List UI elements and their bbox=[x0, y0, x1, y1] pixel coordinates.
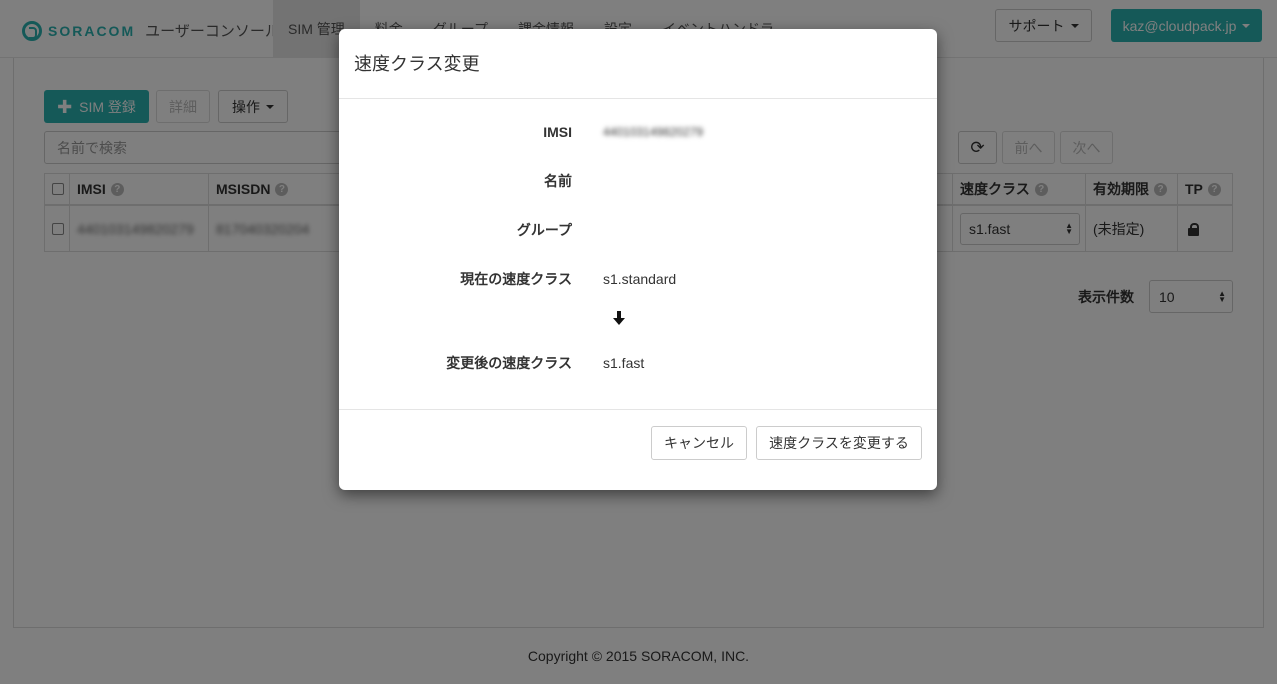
current-speed-label: 現在の速度クラス bbox=[460, 271, 572, 287]
new-speed-label: 変更後の速度クラス bbox=[446, 355, 572, 371]
modal-title: 速度クラス変更 bbox=[354, 54, 480, 74]
imsi-row: IMSI 440103149820279 bbox=[339, 122, 937, 142]
imsi-label: IMSI bbox=[543, 124, 572, 140]
modal-header: 速度クラス変更 bbox=[339, 29, 937, 99]
arrow-down-icon bbox=[613, 311, 625, 325]
current-speed-value: s1.standard bbox=[603, 271, 677, 287]
new-speed-row: 変更後の速度クラス s1.fast bbox=[339, 353, 937, 373]
group-label: グループ bbox=[516, 222, 572, 238]
name-label: 名前 bbox=[544, 173, 572, 189]
name-row: 名前 bbox=[339, 171, 937, 191]
new-speed-value: s1.fast bbox=[603, 355, 645, 371]
group-row: グループ bbox=[339, 220, 937, 240]
speed-class-change-modal: 速度クラス変更 IMSI 440103149820279 名前 グループ 現在の… bbox=[339, 29, 937, 490]
imsi-value: 440103149820279 bbox=[603, 125, 704, 139]
change-speed-class-button[interactable]: 速度クラスを変更する bbox=[756, 426, 922, 460]
modal-body: IMSI 440103149820279 名前 グループ 現在の速度クラス s1… bbox=[339, 99, 937, 410]
cancel-button[interactable]: キャンセル bbox=[651, 426, 747, 460]
current-speed-row: 現在の速度クラス s1.standard bbox=[339, 269, 937, 289]
modal-footer: キャンセル 速度クラスを変更する bbox=[339, 409, 937, 490]
